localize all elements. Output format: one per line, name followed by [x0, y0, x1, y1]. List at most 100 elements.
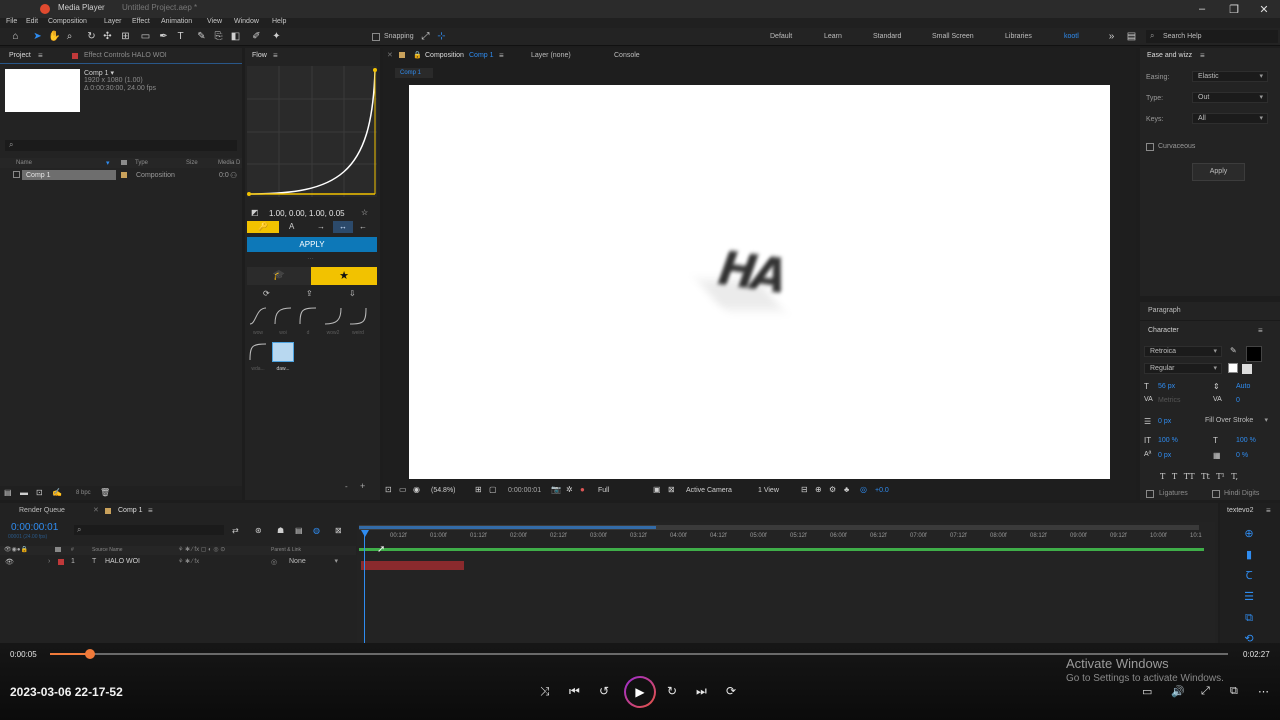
- playhead-handle-icon[interactable]: [361, 530, 369, 537]
- lock-icon[interactable]: 🔒: [413, 51, 422, 59]
- preview-quality-icon[interactable]: ◉: [413, 485, 420, 495]
- close-icon[interactable]: ✕: [1254, 3, 1274, 16]
- swap-colors-icon[interactable]: [1242, 364, 1252, 374]
- selection-tool-icon[interactable]: ➤: [32, 31, 43, 42]
- favorite-star-icon[interactable]: ☆: [361, 208, 368, 218]
- menu-edit[interactable]: Edit: [26, 18, 38, 25]
- camera-tool-icon[interactable]: ✣: [102, 31, 113, 42]
- tracking-value[interactable]: 0: [1236, 397, 1240, 404]
- baseline-shift-value[interactable]: 0 px: [1158, 452, 1171, 459]
- preset-curve-icon[interactable]: [248, 342, 268, 362]
- fast-previews-icon[interactable]: ⚙: [829, 485, 836, 495]
- sort-chevron-icon[interactable]: ▾: [106, 159, 110, 167]
- easing-curve-graph[interactable]: [247, 66, 377, 197]
- column-media[interactable]: Media D: [218, 160, 240, 166]
- textevo-menu-icon[interactable]: ≡: [1266, 506, 1271, 515]
- monitor-icon[interactable]: ▭: [399, 485, 407, 495]
- leading-value[interactable]: Auto: [1236, 383, 1250, 390]
- volume-icon[interactable]: 🔊: [1171, 685, 1185, 698]
- exposure-icon[interactable]: ◎: [860, 485, 867, 495]
- work-area-range[interactable]: [359, 526, 656, 529]
- tab-composition-name[interactable]: Comp 1: [469, 52, 494, 59]
- eraser-tool-icon[interactable]: ◧: [230, 31, 241, 42]
- flow-key-icon[interactable]: 🔑: [247, 221, 279, 233]
- layer-duration-bar[interactable]: [361, 561, 464, 570]
- minimize-icon[interactable]: –: [1192, 3, 1212, 15]
- menu-window[interactable]: Window: [234, 18, 259, 25]
- shy-layers-icon[interactable]: ☗: [277, 526, 284, 536]
- tab-effect-controls[interactable]: Effect Controls HALO WOI: [84, 52, 167, 59]
- expand-chevron-icon[interactable]: ›: [48, 558, 50, 565]
- font-style-dropdown[interactable]: Regular: [1144, 363, 1222, 374]
- hand-tool-icon[interactable]: ✋: [48, 31, 60, 42]
- favorites-star-icon[interactable]: ★: [311, 267, 377, 285]
- color-channel-icon[interactable]: ●: [580, 485, 585, 495]
- upload-icon[interactable]: ⇪: [306, 289, 313, 299]
- add-circle-icon[interactable]: ⊕: [1242, 527, 1256, 541]
- breadcrumb[interactable]: Comp 1: [395, 68, 433, 78]
- type-tool-icon[interactable]: T: [175, 31, 186, 42]
- pickwhip-icon[interactable]: ◎: [271, 558, 277, 566]
- download-icon[interactable]: ⇩: [349, 289, 356, 299]
- ease-apply-button[interactable]: Apply: [1192, 163, 1245, 181]
- text-edit-icon[interactable]: Ꞇ: [1242, 569, 1256, 583]
- roto-brush-tool-icon[interactable]: ✐: [251, 31, 262, 42]
- workspace-small-screen[interactable]: Small Screen: [932, 33, 974, 40]
- close-tab-icon[interactable]: ✕: [387, 51, 393, 59]
- flow-menu-icon[interactable]: ≡: [273, 51, 278, 60]
- preset-curve-icon[interactable]: [298, 306, 318, 326]
- project-search-input[interactable]: ⌕: [5, 140, 237, 151]
- column-source-name[interactable]: Source Name: [92, 547, 123, 553]
- keys-dropdown[interactable]: All: [1192, 113, 1268, 124]
- play-button[interactable]: ▶: [624, 676, 656, 708]
- menu-layer[interactable]: Layer: [104, 18, 122, 25]
- workspace-default[interactable]: Default: [770, 33, 792, 40]
- easing-dropdown[interactable]: Elastic: [1192, 71, 1268, 82]
- text-style-buttons[interactable]: T T TT Tt T¹ T,: [1160, 472, 1270, 482]
- timeline-track-area[interactable]: ➚: [357, 522, 1215, 643]
- arrow-left-icon[interactable]: ←: [359, 222, 367, 232]
- cast-icon[interactable]: ⧉: [1230, 685, 1238, 698]
- stroke-type-dropdown[interactable]: Fill Over Stroke: [1200, 416, 1272, 427]
- preset-curve-icon[interactable]: [323, 306, 343, 326]
- copy-values-icon[interactable]: ◩: [251, 208, 259, 218]
- flow-apply-button[interactable]: APPLY: [247, 237, 377, 252]
- shuffle-icon[interactable]: ⤨: [540, 684, 550, 699]
- preset-selected-icon[interactable]: [272, 342, 294, 362]
- tab-ease-and-wizz[interactable]: Ease and wizz: [1147, 52, 1192, 59]
- motion-blur-icon[interactable]: ◍: [313, 526, 320, 536]
- rectangle-tool-icon[interactable]: ▭: [140, 31, 151, 42]
- fit-frame-icon[interactable]: ⊞: [475, 485, 482, 495]
- seek-bar[interactable]: [50, 649, 1228, 659]
- hindi-digits-checkbox[interactable]: [1212, 490, 1220, 498]
- fullscreen-icon[interactable]: ⤢: [1201, 685, 1210, 698]
- both-directions-icon[interactable]: ↔: [333, 221, 353, 233]
- snapshot-icon[interactable]: 📷: [551, 485, 561, 495]
- tab-paragraph[interactable]: Paragraph: [1148, 307, 1181, 314]
- tab-composition[interactable]: Composition: [425, 52, 464, 59]
- font-family-dropdown[interactable]: Retroica: [1144, 346, 1222, 357]
- magnification-dropdown[interactable]: (54.8%): [431, 487, 456, 494]
- preset-curve-icon[interactable]: [248, 306, 268, 326]
- menu-help[interactable]: Help: [272, 18, 286, 25]
- timeline-search-input[interactable]: ⌕: [74, 525, 224, 535]
- tutorial-cap-icon[interactable]: 🎓: [247, 267, 311, 285]
- timeline-icon[interactable]: ♣: [844, 485, 849, 495]
- tab-console[interactable]: Console: [614, 52, 640, 59]
- bit-depth[interactable]: 8 bpc: [76, 490, 91, 496]
- menu-file[interactable]: File: [6, 18, 17, 25]
- brush-tool-icon[interactable]: ✎: [196, 31, 207, 42]
- timeline-timecode[interactable]: 0:00:00:01: [11, 522, 58, 533]
- align-icon[interactable]: ☰: [1242, 590, 1256, 604]
- flow-values[interactable]: 1.00, 0.00, 1.00, 0.05: [269, 209, 345, 218]
- previous-icon[interactable]: ⏮: [569, 684, 580, 699]
- resolution-dropdown[interactable]: Full: [598, 487, 609, 494]
- font-size-value[interactable]: 56 px: [1158, 383, 1175, 390]
- menu-composition[interactable]: Composition: [48, 18, 87, 25]
- puppet-tool-icon[interactable]: ✦: [271, 31, 282, 42]
- snapping-checkbox[interactable]: [372, 33, 380, 41]
- comp-menu-icon[interactable]: ≡: [499, 51, 504, 60]
- arrow-right-icon[interactable]: →: [317, 222, 325, 232]
- maximize-icon[interactable]: ❐: [1224, 3, 1244, 16]
- tab-textevo2[interactable]: textevo2: [1227, 507, 1253, 514]
